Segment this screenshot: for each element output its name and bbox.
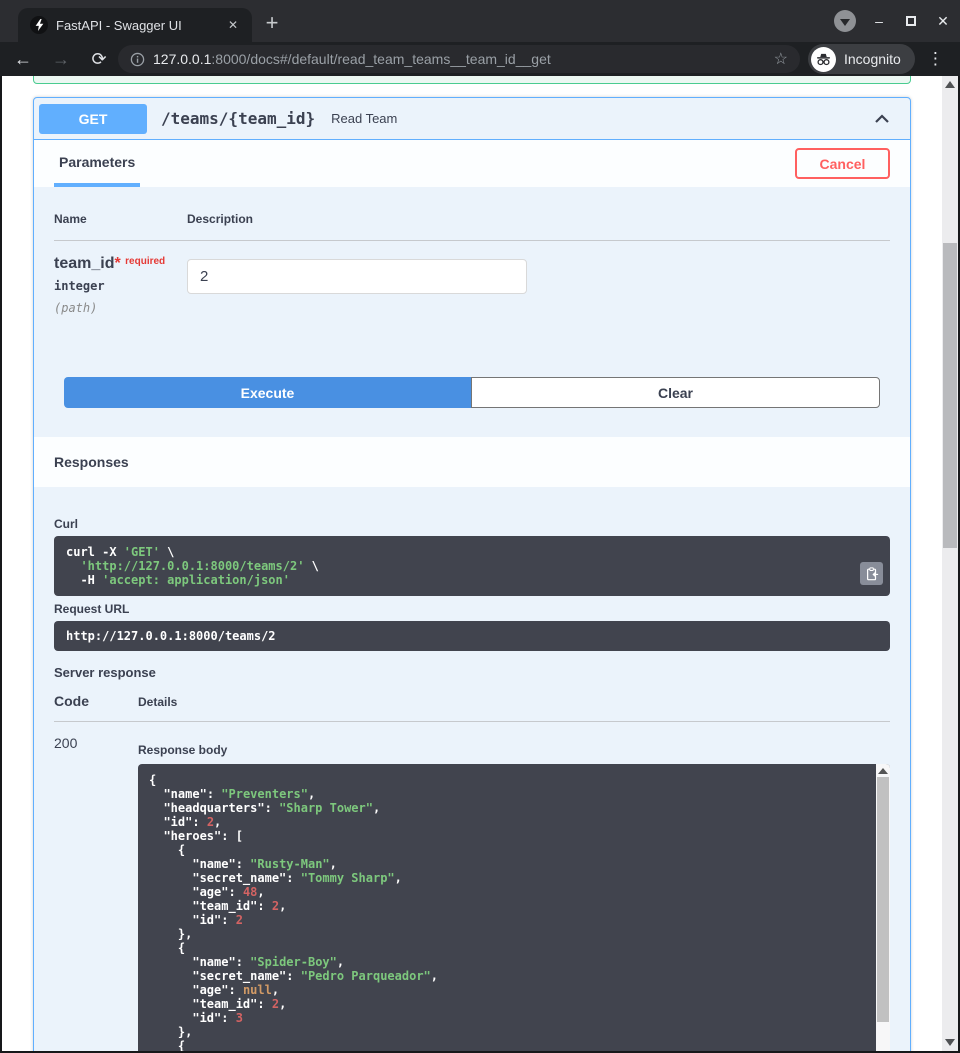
curl-label: Curl	[54, 517, 890, 531]
page-scroll-down-icon[interactable]	[945, 1039, 955, 1046]
response-scrollbar-thumb[interactable]	[877, 777, 889, 1022]
responses-section-header: Responses	[34, 437, 910, 487]
execute-button[interactable]: Execute	[64, 377, 471, 408]
status-code: 200	[54, 735, 138, 1051]
page-scrollbar[interactable]	[942, 76, 958, 1051]
collapse-chevron-icon[interactable]	[872, 109, 892, 129]
incognito-icon	[811, 47, 836, 72]
responses-body: Curl curl -X 'GET' \ 'http://127.0.0.1:8…	[34, 487, 910, 1051]
operation-tab-header: Parameters Cancel	[34, 140, 910, 187]
request-url-label: Request URL	[54, 602, 890, 616]
parameter-location: (path)	[54, 301, 187, 315]
new-tab-button[interactable]: +	[258, 10, 286, 38]
scroll-up-arrow-icon[interactable]	[878, 768, 888, 774]
parameter-type: integer	[54, 279, 187, 293]
clear-button[interactable]: Clear	[471, 377, 880, 408]
request-url-value: http://127.0.0.1:8000/teams/2	[66, 629, 276, 643]
fastapi-favicon-icon	[30, 16, 48, 34]
parameter-info: team_id* required integer (path)	[54, 255, 187, 315]
description-column-header: Description	[187, 212, 253, 226]
response-body-label: Response body	[138, 743, 890, 757]
curl-command-box: curl -X 'GET' \ 'http://127.0.0.1:8000/t…	[54, 536, 890, 596]
bookmark-star-icon[interactable]: ☆	[774, 49, 788, 69]
parameters-table: Name Description team_id* required integ…	[34, 187, 910, 315]
team-id-input[interactable]	[187, 259, 527, 294]
endpoint-summary: Read Team	[331, 111, 397, 126]
close-button[interactable]: ✕	[934, 13, 952, 30]
endpoint-path: /teams/{team_id}	[161, 109, 315, 128]
opblock-get: GET /teams/{team_id} Read Team Parameter…	[33, 97, 911, 1051]
swagger-page: GET /teams/{team_id} Read Team Parameter…	[2, 76, 958, 1051]
url-path: :8000/docs#/default/read_team_teams__tea…	[211, 51, 550, 67]
required-label: required	[125, 256, 165, 267]
browser-window: FastAPI - Swagger UI ✕ + – ✕ ← → ⟳ 127.0…	[0, 0, 960, 1053]
response-body-scrollbar[interactable]	[876, 764, 890, 1051]
tab-title: FastAPI - Swagger UI	[56, 18, 222, 33]
response-table-header: Code Details	[54, 693, 890, 722]
name-column-header: Name	[54, 212, 187, 226]
page-scrollbar-thumb[interactable]	[943, 243, 957, 548]
page-info-icon[interactable]	[130, 52, 145, 67]
browser-update-icon[interactable]	[834, 10, 856, 32]
tab-strip: FastAPI - Swagger UI ✕ + – ✕	[0, 0, 960, 42]
responses-title: Responses	[54, 454, 129, 470]
incognito-badge: Incognito	[808, 44, 915, 74]
code-column-header: Code	[54, 693, 138, 709]
required-asterisk: *	[114, 255, 120, 272]
page-scroll-up-icon[interactable]	[945, 81, 955, 88]
parameters-table-header: Name Description	[54, 212, 890, 241]
browser-menu-icon[interactable]: ⋮	[927, 49, 944, 69]
reload-button[interactable]: ⟳	[86, 49, 112, 70]
tab-close-icon[interactable]: ✕	[222, 16, 244, 34]
parameter-row: team_id* required integer (path)	[54, 241, 890, 315]
tab-parameters-label: Parameters	[59, 154, 135, 170]
minimize-button[interactable]: –	[870, 13, 888, 29]
cancel-button[interactable]: Cancel	[795, 148, 890, 179]
method-badge: GET	[39, 104, 147, 134]
browser-toolbar: ← → ⟳ 127.0.0.1:8000/docs#/default/read_…	[0, 42, 960, 76]
back-button[interactable]: ←	[10, 49, 36, 70]
server-response-label: Server response	[54, 665, 890, 680]
url-host: 127.0.0.1	[153, 51, 211, 67]
previous-opblock-edge	[33, 76, 911, 84]
response-details: Response body { "name": "Preventers", "h…	[138, 735, 890, 1051]
curl-command: curl -X 'GET' \ 'http://127.0.0.1:8000/t…	[54, 536, 890, 596]
forward-button[interactable]: →	[48, 49, 74, 70]
parameter-name: team_id* required	[54, 255, 187, 273]
maximize-button[interactable]	[902, 13, 920, 29]
response-body-box: { "name": "Preventers", "headquarters": …	[138, 764, 890, 1051]
browser-tab[interactable]: FastAPI - Swagger UI ✕	[18, 8, 252, 42]
url-text: 127.0.0.1:8000/docs#/default/read_team_t…	[153, 51, 766, 67]
response-body-json: { "name": "Preventers", "headquarters": …	[138, 764, 890, 1051]
copy-to-clipboard-button[interactable]	[860, 562, 883, 585]
incognito-label: Incognito	[844, 51, 901, 67]
response-row: 200 Response body { "name": "Preventers"…	[54, 722, 890, 1051]
opblock-summary[interactable]: GET /teams/{team_id} Read Team	[34, 98, 910, 140]
request-url-box: http://127.0.0.1:8000/teams/2	[54, 621, 890, 651]
details-column-header: Details	[138, 695, 177, 709]
execute-wrapper: Execute Clear	[64, 377, 880, 408]
address-bar[interactable]: 127.0.0.1:8000/docs#/default/read_team_t…	[118, 45, 800, 73]
tab-parameters[interactable]: Parameters	[54, 140, 140, 187]
window-controls: – ✕	[834, 0, 952, 42]
